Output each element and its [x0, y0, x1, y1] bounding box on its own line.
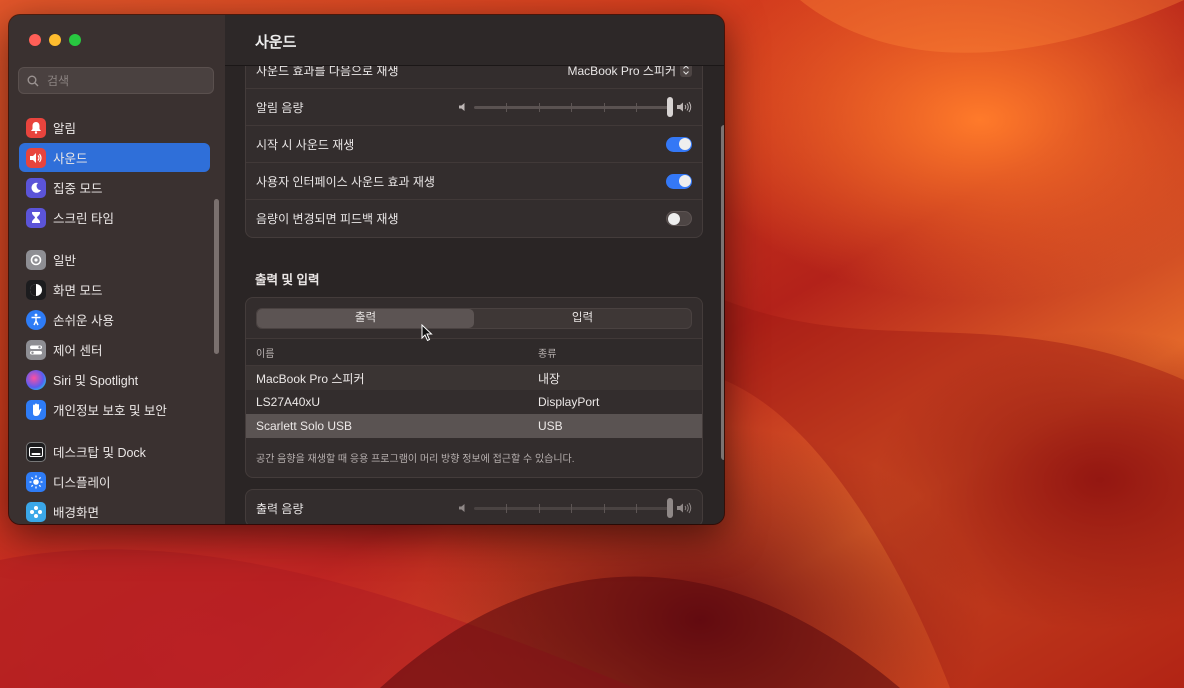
sidebar-item-label: 집중 모드: [53, 182, 103, 196]
device-type: DisplayPort: [538, 395, 600, 409]
device-type: 내장: [538, 371, 561, 386]
output-volume-slider[interactable]: [458, 497, 692, 518]
sidebar-item-control-center[interactable]: 제어 센터: [19, 335, 210, 364]
table-row[interactable]: LS27A40xU DisplayPort: [246, 390, 702, 414]
minimize-button[interactable]: [49, 34, 61, 46]
device-name: Scarlett Solo USB: [256, 419, 353, 433]
feedback-label: 음량이 변경되면 피드백 재생: [256, 212, 399, 226]
output-volume-thumb[interactable]: [667, 497, 673, 518]
speaker-high-icon: [677, 502, 692, 514]
speaker-high-icon: [677, 101, 692, 113]
close-button[interactable]: [29, 34, 41, 46]
sidebar-item-accessibility[interactable]: 손쉬운 사용: [19, 305, 210, 334]
startup-sound-row: 시작 시 사운드 재생: [246, 126, 702, 163]
sidebar-item-appearance[interactable]: 화면 모드: [19, 275, 210, 304]
sidebar-item-label: 개인정보 보호 및 보안: [53, 404, 167, 418]
alert-volume-label: 알림 음량: [256, 100, 304, 115]
control-center-icon: [26, 339, 46, 360]
sidebar-item-notifications[interactable]: 알림: [19, 113, 210, 142]
hourglass-icon: [26, 207, 46, 228]
search-icon: [27, 75, 39, 86]
sidebar-item-siri-spotlight[interactable]: Siri 및 Spotlight: [19, 365, 210, 394]
sidebar-item-focus[interactable]: 집중 모드: [19, 173, 210, 202]
accessibility-icon: [26, 309, 46, 330]
spatial-audio-note: 공간 음향을 재생할 때 응용 프로그램이 머리 방향 정보에 접근할 수 있습…: [256, 454, 575, 465]
titlebar: 사운드: [225, 15, 724, 66]
window-controls: [29, 34, 81, 46]
speaker-low-icon: [459, 504, 465, 512]
sound-effects-card: 사운드 효과를 다음으로 재생 MacBook Pro 스피커 알림 음량 시작…: [245, 51, 703, 238]
ui-sound-toggle[interactable]: [666, 173, 692, 189]
output-input-card: 출력 입력 이름 종류 MacBook Pro 스피커 내장 LS27A40xU…: [245, 297, 703, 478]
startup-sound-toggle[interactable]: [666, 136, 692, 152]
speaker-low-icon: [459, 103, 465, 111]
main-pane: 사운드 사운드 효과를 다음으로 재생 MacBook Pro 스피커 알림 음…: [225, 15, 724, 524]
sidebar-item-label: 화면 모드: [53, 284, 103, 298]
startup-sound-label: 시작 시 사운드 재생: [256, 137, 355, 152]
output-volume-track[interactable]: [474, 497, 673, 518]
sun-icon: [26, 471, 46, 492]
sidebar-item-label: 손쉬운 사용: [53, 314, 114, 328]
output-volume-row: 출력 음량: [246, 490, 702, 524]
bell-icon: [26, 117, 46, 138]
feedback-toggle[interactable]: [666, 211, 692, 226]
search-input[interactable]: [45, 72, 199, 89]
sidebar-item-label: 스크린 타임: [53, 212, 114, 226]
alert-volume-track[interactable]: [474, 96, 673, 117]
page-title: 사운드: [255, 34, 297, 51]
sidebar-item-label: 디스플레이: [53, 476, 111, 490]
sidebar-item-label: 데스크탑 및 Dock: [53, 446, 146, 460]
appearance-icon: [26, 279, 46, 300]
zoom-button[interactable]: [69, 34, 81, 46]
output-input-segmented-control[interactable]: 출력 입력: [256, 308, 692, 329]
search-field[interactable]: [18, 67, 214, 94]
dock-icon: [26, 441, 46, 462]
system-settings-window: 알림 사운드 집중 모드 스크린 타임: [9, 15, 724, 524]
sidebar-item-label: 제어 센터: [53, 344, 103, 358]
alert-volume-row: 알림 음량: [246, 89, 702, 126]
column-header-type[interactable]: 종류: [538, 345, 702, 360]
sidebar-item-label: 알림: [53, 122, 77, 136]
sidebar-scrollbar[interactable]: [214, 199, 219, 354]
table-row-selected[interactable]: Scarlett Solo USB USB: [246, 414, 702, 438]
sidebar-item-label: Siri 및 Spotlight: [53, 374, 139, 388]
ui-sound-label: 사용자 인터페이스 사운드 효과 재생: [256, 174, 435, 189]
mouse-pointer-icon: [421, 324, 433, 342]
alert-volume-slider[interactable]: [458, 96, 692, 117]
sidebar-nav: 알림 사운드 집중 모드 스크린 타임 일반 화면 모드 손쉬운 사용 제어 센…: [19, 113, 210, 524]
column-header-name[interactable]: 이름: [246, 345, 538, 360]
device-type: USB: [538, 419, 563, 433]
speaker-icon: [26, 147, 46, 168]
tab-output[interactable]: 출력: [257, 309, 474, 328]
sidebar-item-label: 배경화면: [53, 506, 100, 520]
sidebar-item-general[interactable]: 일반: [19, 245, 210, 274]
sidebar-item-screen-time[interactable]: 스크린 타임: [19, 203, 210, 232]
hand-icon: [26, 399, 46, 420]
device-name: MacBook Pro 스피커: [256, 371, 365, 386]
wallpaper-icon: [26, 501, 46, 522]
table-row[interactable]: MacBook Pro 스피커 내장: [246, 366, 702, 390]
tab-input[interactable]: 입력: [474, 309, 691, 328]
sidebar: 알림 사운드 집중 모드 스크린 타임: [9, 15, 226, 524]
gear-icon: [26, 249, 46, 270]
ui-sound-row: 사용자 인터페이스 사운드 효과 재생: [246, 163, 702, 200]
main-scrollbar[interactable]: [721, 125, 724, 460]
device-name: LS27A40xU: [256, 395, 321, 409]
moon-icon: [26, 177, 46, 198]
siri-icon: [26, 369, 46, 390]
sidebar-item-privacy-security[interactable]: 개인정보 보호 및 보안: [19, 395, 210, 424]
device-table-header: 이름 종류: [246, 338, 702, 366]
sidebar-item-label: 사운드: [53, 152, 88, 166]
feedback-row: 음량이 변경되면 피드백 재생: [246, 200, 702, 237]
alert-volume-thumb[interactable]: [667, 96, 673, 117]
sidebar-item-desktop-dock[interactable]: 데스크탑 및 Dock: [19, 437, 210, 466]
output-volume-card: 출력 음량: [245, 489, 703, 524]
sidebar-item-wallpaper[interactable]: 배경화면: [19, 497, 210, 524]
output-volume-label: 출력 음량: [256, 501, 304, 516]
section-title-output-input: 출력 및 입력: [255, 273, 320, 287]
settings-content: 사운드 효과를 다음으로 재생 MacBook Pro 스피커 알림 음량 시작…: [245, 51, 703, 524]
sidebar-item-label: 일반: [53, 254, 77, 268]
sidebar-item-sound[interactable]: 사운드: [19, 143, 210, 172]
sidebar-item-displays[interactable]: 디스플레이: [19, 467, 210, 496]
